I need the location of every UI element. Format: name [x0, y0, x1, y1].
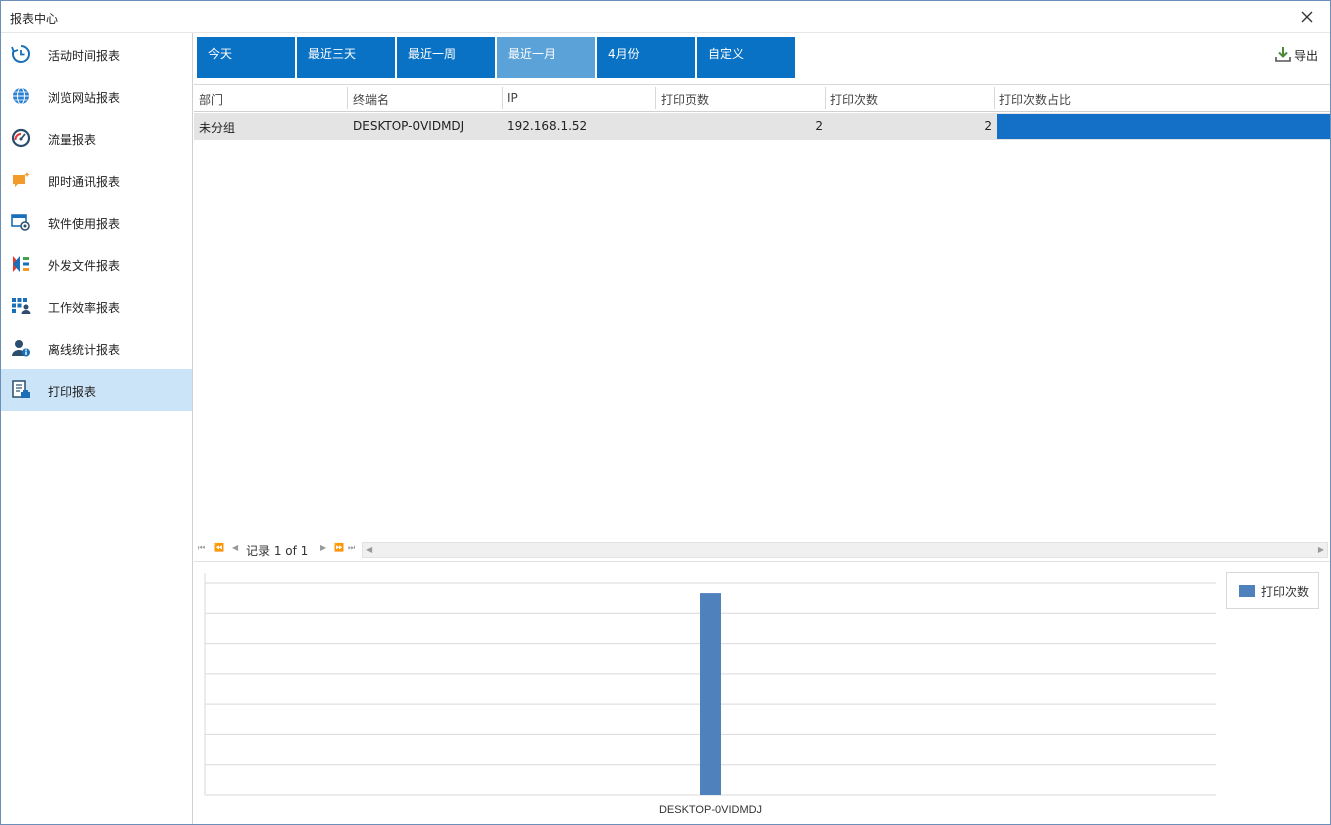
title-bar: 报表中心	[1, 1, 1330, 33]
column-header-ip[interactable]: IP	[507, 91, 518, 105]
export-label: 导出	[1294, 49, 1319, 63]
sidebar-item-label: 流量报表	[48, 133, 97, 147]
legend-swatch	[1239, 585, 1255, 597]
chart-plot: DESKTOP-0VIDMDJ	[204, 573, 1216, 816]
tab-label: 最近三天	[308, 47, 357, 61]
first-page-icon[interactable]: ⏮	[198, 543, 205, 553]
cell-terminal: DESKTOP-0VIDMDJ	[353, 119, 465, 133]
close-icon	[1301, 11, 1313, 23]
chart-x-tick-label: DESKTOP-0VIDMDJ	[659, 804, 762, 816]
tab-last-month[interactable]: 最近一月	[497, 37, 595, 78]
sidebar-item-label: 离线统计报表	[48, 343, 121, 357]
tab-label: 最近一月	[508, 47, 557, 61]
tab-today[interactable]: 今天	[197, 37, 295, 78]
efficiency-grid-icon	[11, 296, 31, 316]
tab-label: 自定义	[708, 47, 745, 61]
print-count-chart: DESKTOP-0VIDMDJ 打印次数	[194, 563, 1330, 824]
column-header-share[interactable]: 打印次数占比	[999, 91, 1071, 108]
last-page-icon[interactable]: ⏭	[348, 543, 355, 553]
chart-legend: 打印次数	[1226, 572, 1319, 609]
tab-last-week[interactable]: 最近一周	[397, 37, 495, 78]
sidebar-item-browse-sites[interactable]: 浏览网站报表	[1, 75, 192, 117]
share-bar	[997, 114, 1330, 139]
table-row[interactable]: 未分组 DESKTOP-0VIDMDJ 192.168.1.52 2 2	[194, 113, 1330, 140]
report-center-window: 报表中心 活动时间报表 浏览网站报表 流量报表 即时通讯报表 软件使用报表 外发…	[0, 0, 1331, 825]
sidebar-item-offline-stats[interactable]: 离线统计报表	[1, 327, 192, 369]
legend-label: 打印次数	[1261, 585, 1310, 599]
tab-april[interactable]: 4月份	[597, 37, 695, 78]
tab-label: 最近一周	[408, 47, 457, 61]
pager: ⏮ ⏪ ◀ 记录 1 of 1 ▶ ⏩ ⏭ ◀ ▶	[194, 541, 1330, 559]
prev-page-group-icon[interactable]: ⏪	[214, 543, 224, 552]
sidebar-item-label: 工作效率报表	[48, 301, 121, 315]
sidebar-item-software-usage[interactable]: 软件使用报表	[1, 201, 192, 243]
record-count: 记录 1 of 1	[246, 544, 309, 558]
tab-last-three-days[interactable]: 最近三天	[297, 37, 395, 78]
report-grid: 部门 终端名 IP 打印页数 打印次数 打印次数占比 未分组 DESKTOP-0…	[194, 84, 1330, 564]
file-share-icon	[11, 254, 31, 274]
close-button[interactable]	[1298, 8, 1316, 26]
column-header-dept[interactable]: 部门	[199, 91, 223, 108]
tab-label: 今天	[208, 47, 233, 61]
sidebar-item-label: 外发文件报表	[48, 259, 121, 273]
column-separator[interactable]	[994, 87, 995, 109]
sidebar-item-work-efficiency[interactable]: 工作效率报表	[1, 285, 192, 327]
sidebar-item-label: 打印报表	[48, 385, 97, 399]
user-info-icon	[11, 338, 31, 358]
grid-header: 部门 终端名 IP 打印页数 打印次数 打印次数占比	[194, 85, 1330, 112]
column-header-count[interactable]: 打印次数	[830, 91, 878, 108]
sidebar: 活动时间报表 浏览网站报表 流量报表 即时通讯报表 软件使用报表 外发文件报表 …	[1, 33, 193, 824]
column-separator[interactable]	[502, 87, 503, 109]
tab-label: 4月份	[608, 47, 640, 61]
main-panel: 今天 最近三天 最近一周 最近一月 4月份 自定义 导出 部门 终端名 IP 打…	[194, 33, 1330, 824]
column-header-pages[interactable]: 打印页数	[661, 91, 709, 108]
tab-custom[interactable]: 自定义	[697, 37, 795, 78]
sidebar-item-label: 活动时间报表	[48, 49, 121, 63]
scroll-right-icon[interactable]: ▶	[1318, 545, 1324, 554]
prev-page-icon[interactable]: ◀	[232, 543, 238, 552]
sidebar-item-label: 浏览网站报表	[48, 91, 121, 105]
export-button[interactable]: 导出	[1274, 45, 1320, 63]
clock-history-icon	[11, 44, 31, 64]
download-icon	[1274, 45, 1292, 63]
column-separator[interactable]	[655, 87, 656, 109]
cell-dept: 未分组	[199, 121, 236, 135]
globe-icon	[11, 86, 31, 106]
cell-pages: 2	[815, 119, 823, 133]
horizontal-scrollbar[interactable]: ◀ ▶	[362, 542, 1328, 558]
sidebar-item-outgoing-files[interactable]: 外发文件报表	[1, 243, 192, 285]
print-document-icon	[11, 380, 31, 400]
chart-bar[interactable]	[700, 593, 721, 795]
window-title: 报表中心	[10, 12, 59, 26]
cell-ip: 192.168.1.52	[507, 119, 588, 133]
sidebar-item-label: 软件使用报表	[48, 217, 121, 231]
sidebar-item-activity-time[interactable]: 活动时间报表	[1, 33, 192, 75]
divider	[194, 561, 1330, 562]
next-page-icon[interactable]: ▶	[320, 543, 326, 552]
column-separator[interactable]	[825, 87, 826, 109]
sidebar-item-label: 即时通讯报表	[48, 175, 121, 189]
scroll-left-icon[interactable]: ◀	[366, 545, 372, 554]
column-header-terminal[interactable]: 终端名	[353, 91, 389, 108]
sidebar-item-print-report[interactable]: 打印报表	[1, 369, 192, 411]
column-separator[interactable]	[347, 87, 348, 109]
speedometer-icon	[11, 128, 31, 148]
chat-bubble-icon	[11, 170, 31, 190]
sidebar-item-instant-messaging[interactable]: 即时通讯报表	[1, 159, 192, 201]
software-window-icon	[11, 212, 31, 232]
cell-count: 2	[984, 119, 992, 133]
sidebar-item-traffic[interactable]: 流量报表	[1, 117, 192, 159]
next-page-group-icon[interactable]: ⏩	[334, 543, 344, 552]
